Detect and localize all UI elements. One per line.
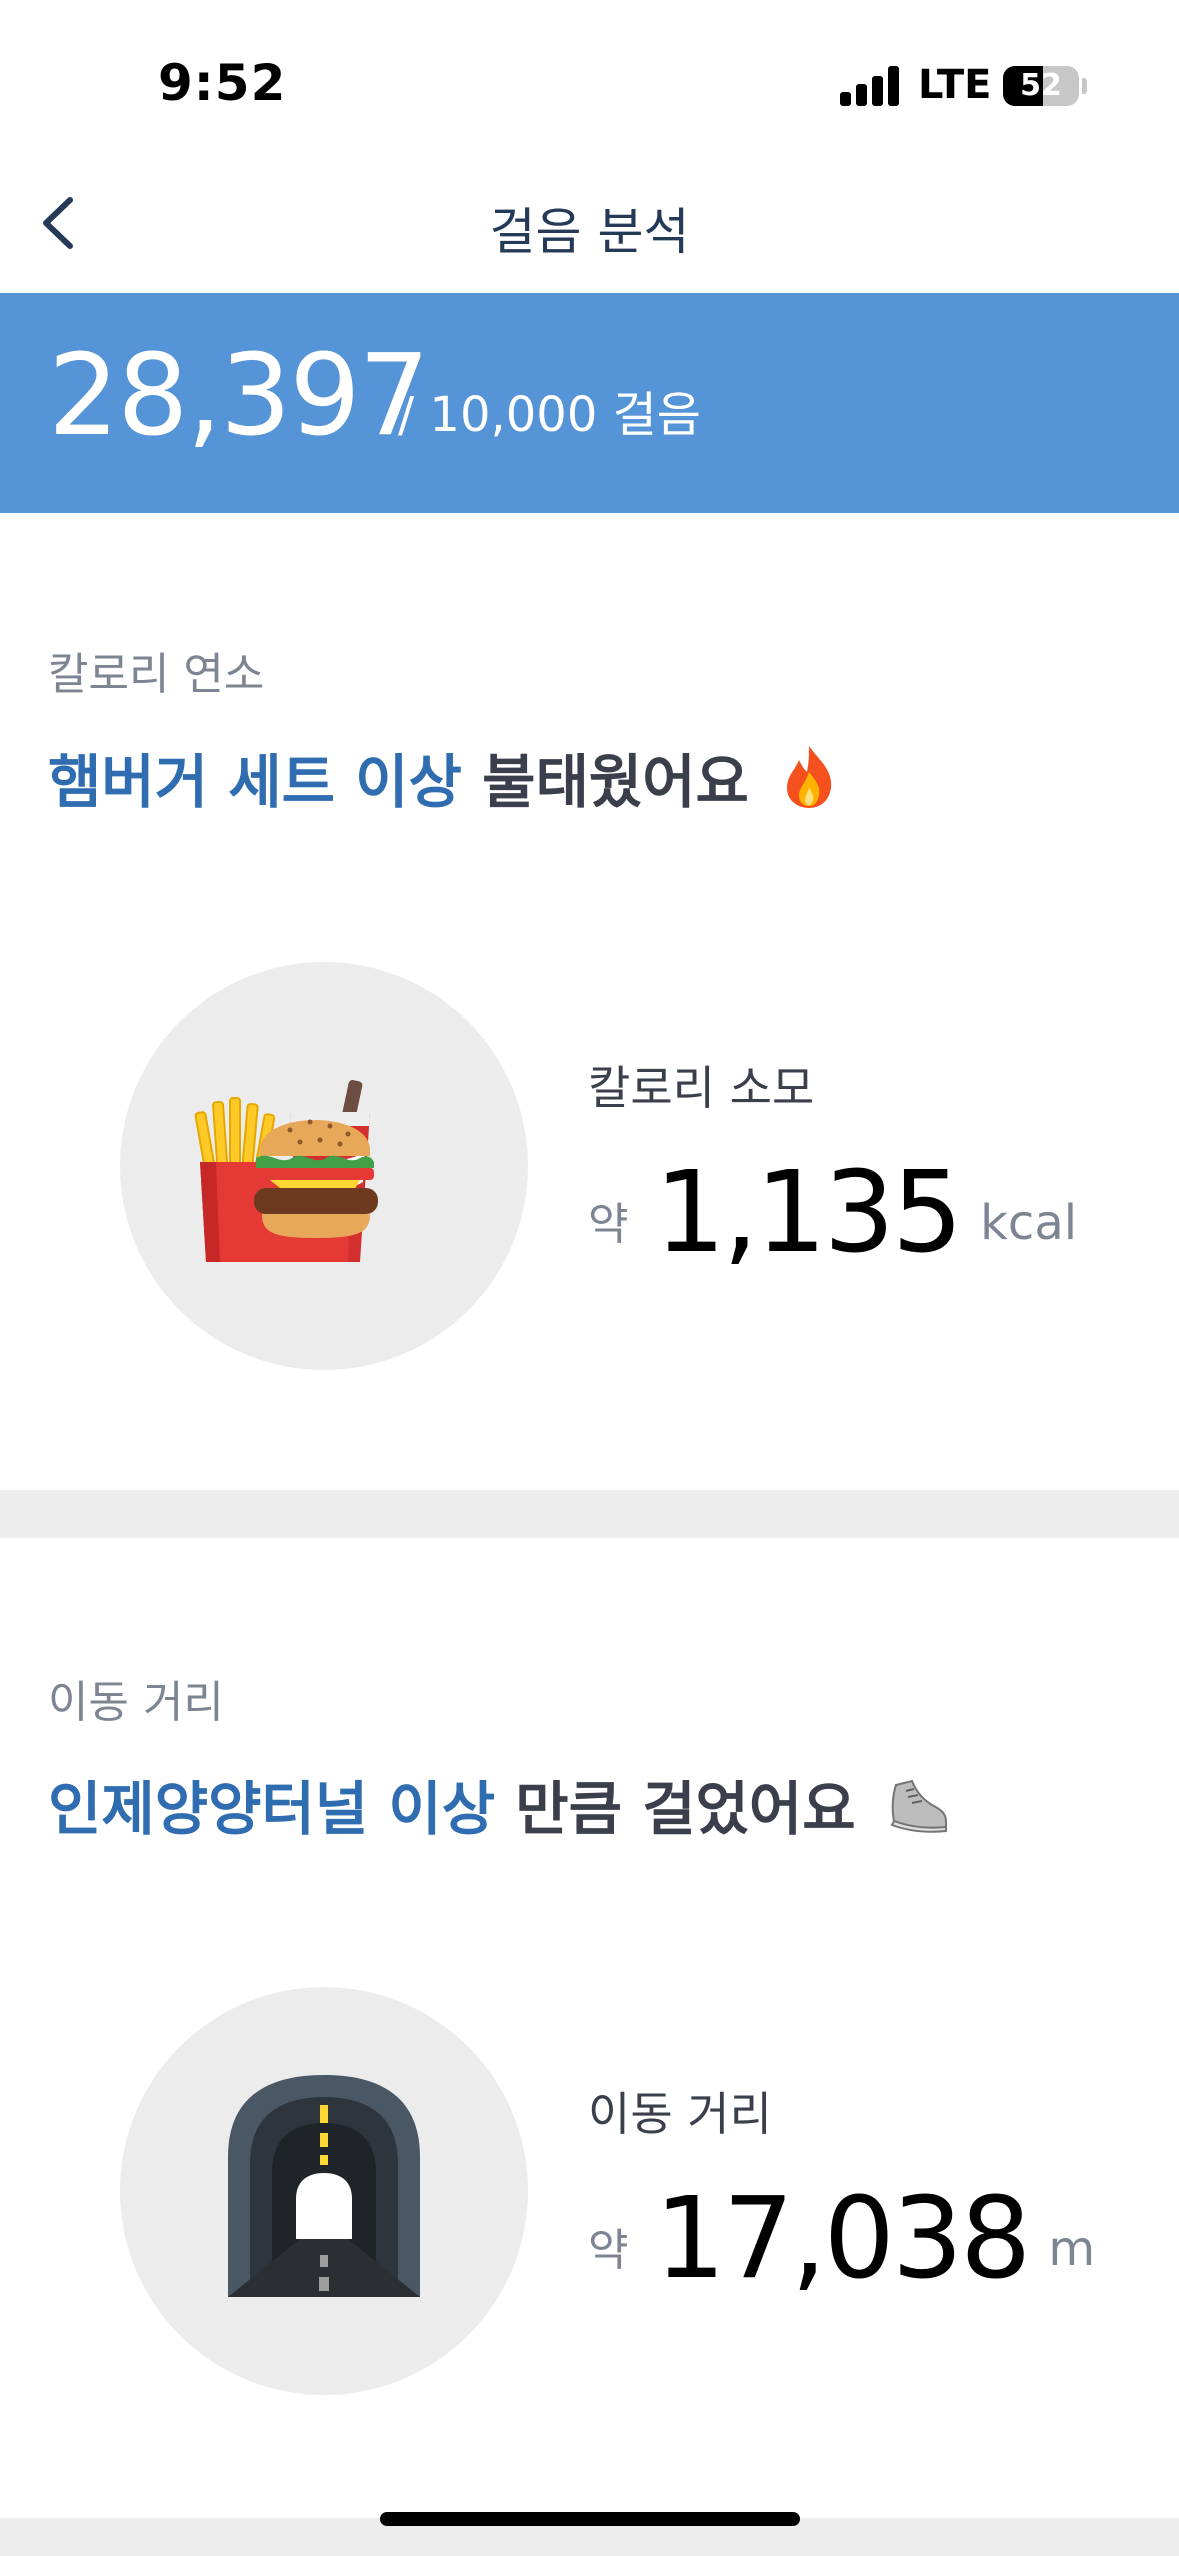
steps-banner: 28,397 / 10,000 걸음 [0,293,1179,513]
distance-section-label: 이동 거리 [48,1677,224,1728]
section-divider [0,1490,1179,1538]
home-indicator[interactable] [380,2512,800,2526]
steps-goal: / 10,000 걸음 [398,387,701,443]
distance-illustration [120,1987,528,2395]
navigation-bar: 걸음 분석 [0,150,1179,293]
calorie-metric-label: 칼로리 소모 [588,1061,815,1115]
calorie-headline-highlight: 햄버거 세트 이상 [48,748,462,816]
distance-headline: 인제양양터널 이상 만큼 걸었어요 [48,1762,952,1846]
battery-cap [1082,78,1087,94]
distance-headline-rest: 만큼 걸었어요 [515,1775,856,1843]
battery-icon: 52 [1003,66,1079,106]
distance-metric-label: 이동 거리 [588,2087,772,2141]
tunnel-icon [228,2075,420,2297]
back-button[interactable] [30,188,90,258]
distance-approx: 약 [588,2225,629,2276]
fire-icon [787,746,832,808]
distance-value: 17,038 [654,2174,1031,2304]
calorie-metric: 약 1,135 kcal [588,1148,1077,1278]
status-bar: 9:52 LTE 52 [0,0,1179,150]
chevron-left-icon [43,197,73,249]
battery-percent: 52 [1020,68,1062,103]
calorie-value: 1,135 [654,1148,963,1278]
page-title: 걸음 분석 [489,203,690,261]
calorie-unit: kcal [980,1195,1078,1251]
steps-count: 28,397 [48,331,430,461]
cellular-signal-icon [840,66,900,106]
distance-headline-highlight: 인제양양터널 이상 [48,1775,496,1843]
distance-metric: 약 17,038 m [588,2174,1095,2304]
distance-unit: m [1048,2221,1096,2277]
calorie-headline-rest: 불태웠어요 [482,748,749,816]
calorie-section-label: 칼로리 연소 [48,649,265,700]
status-time: 9:52 [158,54,287,112]
calorie-illustration [120,962,528,1370]
network-type: LTE [918,62,992,108]
sneaker-icon [890,1779,947,1833]
calorie-approx: 약 [588,1199,629,1250]
calorie-headline: 햄버거 세트 이상 불태웠어요 [48,735,839,819]
burger-set-icon [194,1080,378,1262]
